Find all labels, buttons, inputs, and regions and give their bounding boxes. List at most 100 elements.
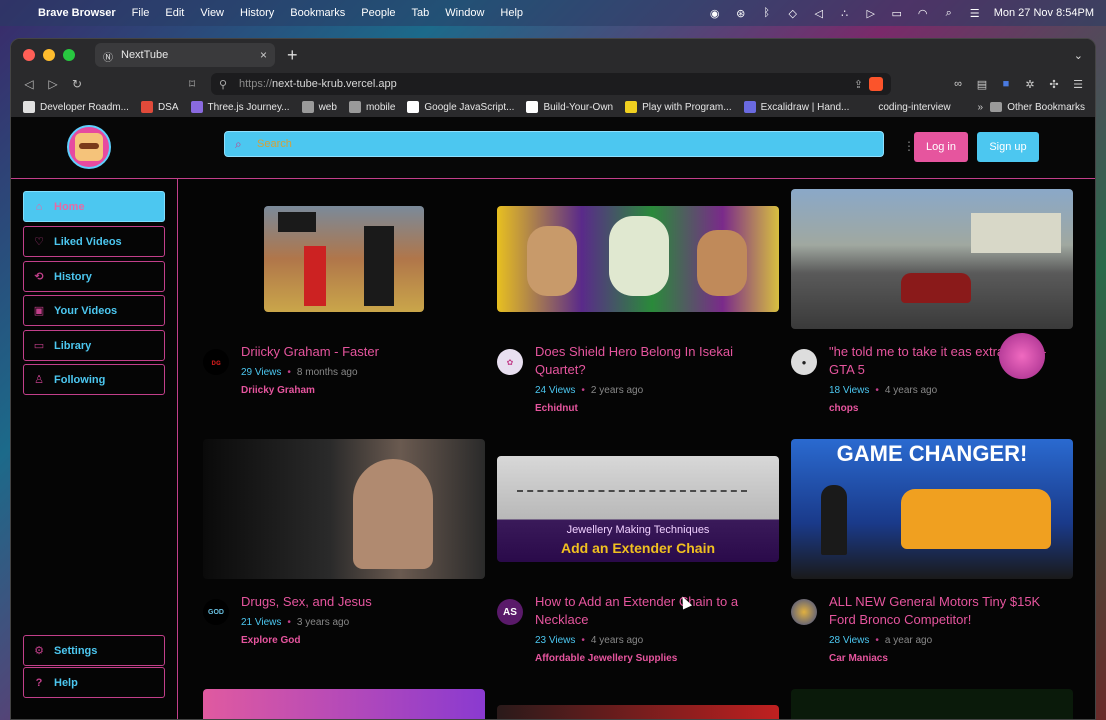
- menu-people[interactable]: People: [361, 7, 395, 19]
- bookmark-item[interactable]: Excalidraw | Hand...: [743, 101, 849, 113]
- sidebar-item-your-videos[interactable]: ▣ Your Videos: [23, 295, 165, 326]
- video-thumbnail[interactable]: [497, 206, 779, 312]
- dots-icon[interactable]: ∴: [838, 7, 852, 20]
- channel-avatar[interactable]: AS: [497, 599, 523, 625]
- close-tab-icon[interactable]: ×: [260, 48, 267, 62]
- settings-extension-icon[interactable]: ✲: [1023, 78, 1037, 91]
- channel-avatar[interactable]: ●: [791, 349, 817, 375]
- channel-avatar[interactable]: ✿: [497, 349, 523, 375]
- bookmark-item[interactable]: Play with Program...: [625, 101, 732, 113]
- activity-icon[interactable]: ⊛: [734, 7, 748, 20]
- bookmark-item[interactable]: Build-Your-Own: [526, 101, 613, 113]
- clock[interactable]: Mon 27 Nov 8:54PM: [994, 7, 1094, 19]
- video-thumbnail[interactable]: GAME CHANGER!: [791, 439, 1073, 579]
- video-title[interactable]: Does Shield Hero Belong In Isekai Quarte…: [535, 343, 765, 379]
- video-title[interactable]: How to Add an Extender Chain to a Neckla…: [535, 593, 765, 629]
- bookmark-item[interactable]: coding-interview: [861, 101, 951, 113]
- sidebar-item-settings[interactable]: ⚙ Settings: [23, 635, 165, 666]
- control-center-icon[interactable]: ☰: [968, 7, 982, 20]
- channel-name[interactable]: chops: [829, 403, 858, 414]
- menu-history[interactable]: History: [240, 7, 274, 19]
- puzzle-icon[interactable]: ✣: [1047, 78, 1061, 91]
- sidebar-item-following[interactable]: ♙ Following: [23, 364, 165, 395]
- bluetooth-icon[interactable]: ᛒ: [760, 7, 774, 19]
- brave-shields-icon[interactable]: [869, 77, 883, 91]
- play-circle-icon[interactable]: ▷: [864, 7, 878, 20]
- video-thumbnail-partial[interactable]: [497, 705, 779, 719]
- channel-name[interactable]: Car Maniacs: [829, 653, 888, 664]
- channel-name[interactable]: Echidnut: [535, 403, 578, 414]
- other-bookmarks-folder[interactable]: Other Bookmarks: [990, 102, 1085, 113]
- video-card[interactable]: Jewellery Making Techniques Add an Exten…: [497, 439, 779, 673]
- video-card[interactable]: ● "he told me to take it eas extra hard"…: [791, 189, 1073, 423]
- volume-icon[interactable]: ◁: [812, 7, 826, 20]
- minimize-window-button[interactable]: [43, 49, 55, 61]
- site-settings-icon[interactable]: ⚲: [219, 78, 233, 91]
- extension-blue-icon[interactable]: ■: [999, 78, 1013, 91]
- video-title[interactable]: ALL NEW General Motors Tiny $15K Ford Br…: [829, 593, 1059, 629]
- menu-edit[interactable]: Edit: [165, 7, 184, 19]
- new-tab-button[interactable]: +: [287, 45, 298, 66]
- bookmark-item[interactable]: Developer Roadm...: [23, 101, 129, 113]
- video-card[interactable]: GOD Drugs, Sex, and Jesus 21 Views • 3 yea…: [203, 439, 485, 673]
- video-thumbnail-partial[interactable]: [791, 689, 1073, 719]
- forward-button[interactable]: ▷: [47, 77, 59, 91]
- vpn-icon[interactable]: ∞: [951, 78, 965, 91]
- video-thumbnail[interactable]: [791, 189, 1073, 329]
- channel-avatar[interactable]: GOD: [203, 599, 229, 625]
- address-bar[interactable]: ⚲ https://next-tube-krub.vercel.app ⇪: [211, 73, 891, 95]
- menu-file[interactable]: File: [132, 7, 150, 19]
- video-thumbnail[interactable]: [203, 439, 485, 579]
- channel-name[interactable]: Affordable Jewellery Supplies: [535, 653, 677, 664]
- channel-name[interactable]: Driicky Graham: [241, 385, 315, 396]
- login-button[interactable]: Log in: [914, 132, 968, 162]
- menu-help[interactable]: Help: [500, 7, 523, 19]
- bookmark-item[interactable]: Google JavaScript...: [407, 101, 514, 113]
- sidebar-item-liked-videos[interactable]: ♡ Liked Videos: [23, 226, 165, 257]
- back-button[interactable]: ◁: [23, 77, 35, 91]
- channel-name[interactable]: Explore God: [241, 635, 300, 646]
- url-text[interactable]: https://next-tube-krub.vercel.app: [239, 78, 397, 90]
- sidebar-item-library[interactable]: ▭ Library: [23, 330, 165, 361]
- close-window-button[interactable]: [23, 49, 35, 61]
- hamburger-menu-icon[interactable]: ☰: [1071, 78, 1085, 91]
- bookmark-item[interactable]: DSA: [140, 101, 179, 113]
- search-input[interactable]: [257, 138, 857, 150]
- video-title[interactable]: Driicky Graham - Faster: [241, 343, 471, 361]
- signup-button[interactable]: Sign up: [977, 132, 1039, 162]
- search-bar[interactable]: ⌕: [224, 131, 884, 157]
- menu-view[interactable]: View: [200, 7, 224, 19]
- nexttube-logo[interactable]: [67, 125, 111, 169]
- video-card[interactable]: ✿ Does Shield Hero Belong In Isekai Quar…: [497, 189, 779, 423]
- bookmark-item[interactable]: mobile: [348, 101, 395, 113]
- video-thumbnail[interactable]: [264, 206, 424, 312]
- share-icon[interactable]: ⇪: [854, 78, 863, 91]
- search-icon[interactable]: ⌕: [942, 7, 956, 19]
- video-card[interactable]: GAME CHANGER! ALL NEW General Motors Tin…: [791, 439, 1073, 673]
- wifi-icon[interactable]: ◠: [916, 7, 930, 20]
- tab-list-chevron-icon[interactable]: ⌄: [1074, 49, 1083, 62]
- menu-window[interactable]: Window: [445, 7, 484, 19]
- app-name-menu[interactable]: Brave Browser: [38, 7, 116, 19]
- menu-tab[interactable]: Tab: [412, 7, 430, 19]
- record-icon[interactable]: ◉: [708, 7, 722, 20]
- video-card[interactable]: ᴅɢ Driicky Graham - Faster 29 Views • 8 mo…: [203, 189, 485, 423]
- video-thumbnail[interactable]: Jewellery Making Techniques Add an Exten…: [497, 456, 779, 562]
- reload-button[interactable]: ↻: [71, 77, 83, 91]
- battery-icon[interactable]: ▭: [890, 7, 904, 20]
- video-thumbnail-partial[interactable]: [203, 689, 485, 719]
- channel-avatar[interactable]: [791, 599, 817, 625]
- bookmark-item[interactable]: web: [301, 101, 337, 113]
- layers-icon[interactable]: ◇: [786, 7, 800, 20]
- maximize-window-button[interactable]: [63, 49, 75, 61]
- sidebar-item-home[interactable]: ⌂ Home: [23, 191, 165, 222]
- bookmark-item[interactable]: Three.js Journey...: [190, 101, 290, 113]
- video-title[interactable]: Drugs, Sex, and Jesus: [241, 593, 471, 611]
- channel-avatar[interactable]: ᴅɢ: [203, 349, 229, 375]
- menu-bookmarks[interactable]: Bookmarks: [290, 7, 345, 19]
- tab-nexttube[interactable]: Ⓝ NextTube ×: [95, 43, 275, 67]
- wallet-icon[interactable]: ▤: [975, 78, 989, 91]
- more-bookmarks-chevron-icon[interactable]: »: [977, 102, 983, 113]
- sidebar-item-help[interactable]: ? Help: [23, 667, 165, 698]
- sidebar-item-history[interactable]: ⟲ History: [23, 261, 165, 292]
